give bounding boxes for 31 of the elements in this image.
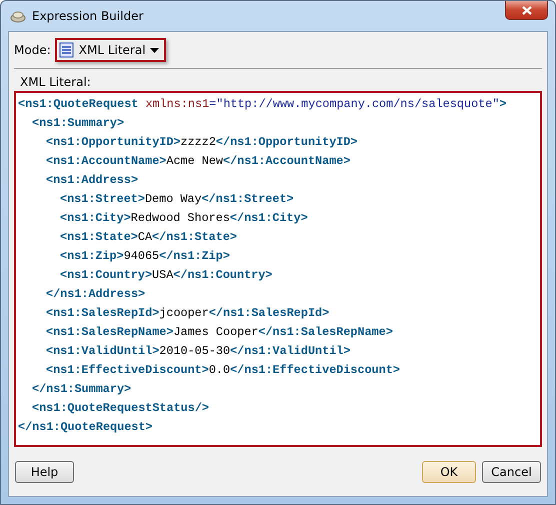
code-line: <ns1:OpportunityID>zzzz2</ns1:OpportunityID> — [45, 134, 359, 151]
code-line: <ns1:State>CA</ns1:State> — [59, 229, 238, 246]
code-line: </ns1:QuoteRequest> — [18, 419, 154, 436]
close-icon — [522, 6, 532, 14]
code-line: <ns1:SalesRepId>jcooper</ns1:SalesRepId> — [45, 305, 330, 322]
code-line: <ns1:EffectiveDiscount>0.0</ns1:EffectiveDiscount> — [45, 362, 401, 379]
code-line: <ns1:QuoteRequestStatus/> — [31, 400, 210, 417]
code-line: <ns1:SalesRepName>James Cooper</ns1:SalesRepName> — [45, 324, 394, 341]
code-line: </ns1:Summary> — [31, 381, 132, 398]
code-line: <ns1:Country>USA</ns1:Country> — [59, 267, 274, 284]
dialog-button[interactable]: Help — [15, 461, 74, 483]
caret-icon — [150, 48, 159, 52]
app-icon — [10, 9, 26, 23]
window-title: Expression Builder — [32, 9, 144, 23]
code-line: <ns1:AccountName>Acme New</ns1:AccountName> — [45, 153, 352, 170]
code-line: </ns1:Address> — [45, 286, 146, 303]
mode-dropdown[interactable]: XML Literal — [54, 38, 166, 62]
default-button[interactable]: OK — [422, 461, 476, 483]
code-line: <ns1:Street>Demo Way</ns1:Street> — [59, 191, 295, 208]
xml-editor[interactable] — [14, 91, 542, 447]
code-line: <ns1:Zip>94065</ns1:Zip> — [59, 248, 231, 265]
document-icon — [58, 42, 75, 58]
code-line: <ns1:QuoteRequest xmlns:ns1="http://www.mycompany.com/ns/salesquote"> — [18, 96, 508, 113]
editor-label: XML Literal: — [19, 75, 92, 89]
code-line: <ns1:Summary> — [31, 115, 126, 132]
code-line: <ns1:City>Redwood Shores</ns1:City> — [59, 210, 309, 227]
code-line: <ns1:Address> — [45, 172, 140, 189]
mode-label: Mode: — [14, 43, 51, 57]
dialog-button[interactable]: Cancel — [482, 461, 541, 483]
code-line: <ns1:ValidUntil>2010-05-30</ns1:ValidUntil> — [45, 343, 352, 360]
close-button[interactable] — [505, 1, 548, 20]
